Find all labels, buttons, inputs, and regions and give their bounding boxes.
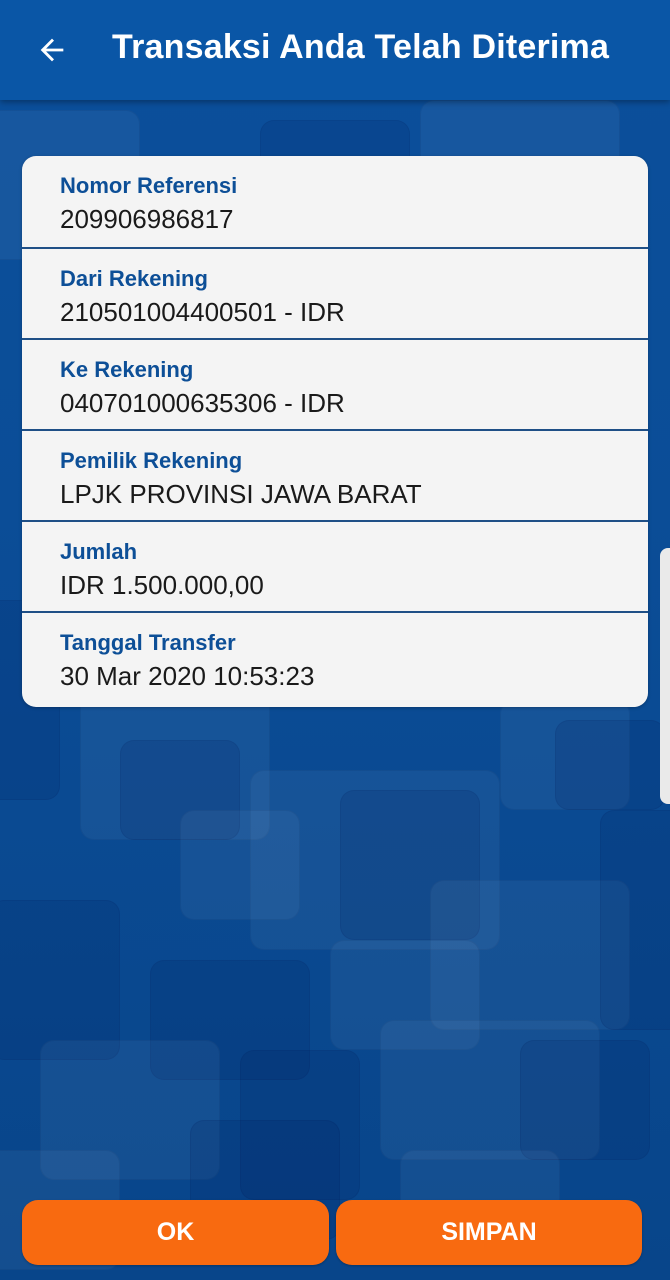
ok-button[interactable]: OK	[22, 1200, 329, 1265]
detail-row-transfer-date: Tanggal Transfer 30 Mar 2020 10:53:23	[22, 613, 648, 704]
detail-label: Pemilik Rekening	[60, 448, 243, 473]
app-header: Transaksi Anda Telah Diterima	[0, 0, 670, 100]
detail-label: Nomor Referensi	[60, 173, 238, 198]
detail-label: Ke Rekening	[60, 357, 194, 382]
detail-value: 210501004400501 - IDR	[60, 297, 345, 327]
back-button[interactable]	[26, 26, 78, 74]
detail-row-account-owner: Pemilik Rekening LPJK PROVINSI JAWA BARA…	[22, 431, 648, 522]
detail-value: 30 Mar 2020 10:53:23	[60, 661, 315, 691]
arrow-left-icon	[40, 38, 64, 62]
detail-row-amount: Jumlah IDR 1.500.000,00	[22, 522, 648, 613]
detail-value: 040701000635306 - IDR	[60, 388, 345, 418]
detail-label: Tanggal Transfer	[60, 630, 236, 655]
detail-value: LPJK PROVINSI JAWA BARAT	[60, 479, 422, 509]
detail-row-to-account: Ke Rekening 040701000635306 - IDR	[22, 340, 648, 431]
transaction-detail-card: Nomor Referensi 209906986817 Dari Rekeni…	[22, 156, 648, 707]
save-button[interactable]: SIMPAN	[336, 1200, 642, 1265]
detail-value: IDR 1.500.000,00	[60, 570, 264, 600]
detail-label: Dari Rekening	[60, 266, 208, 291]
detail-value: 209906986817	[60, 204, 234, 234]
page-title: Transaksi Anda Telah Diterima	[112, 28, 610, 66]
detail-label: Jumlah	[60, 539, 138, 564]
detail-row-from-account: Dari Rekening 210501004400501 - IDR	[22, 249, 648, 340]
detail-row-reference: Nomor Referensi 209906986817	[22, 156, 648, 249]
edge-panel-handle[interactable]	[660, 548, 670, 804]
